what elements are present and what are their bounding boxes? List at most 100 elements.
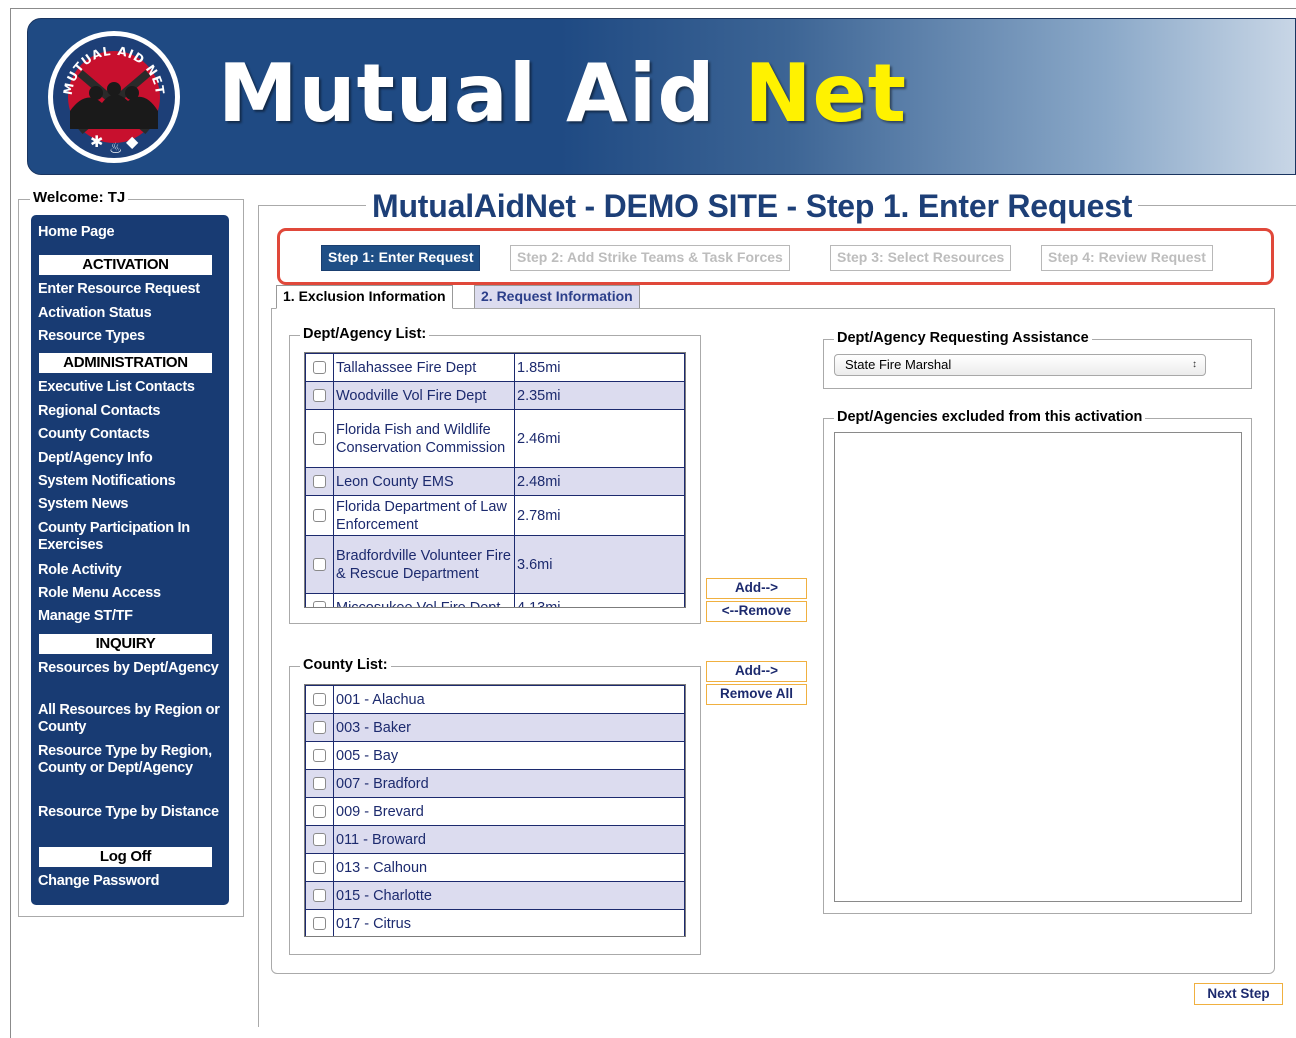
dept-name: Leon County EMS [333, 467, 515, 496]
row-checkbox[interactable] [313, 432, 326, 446]
row-checkbox[interactable] [313, 749, 326, 763]
nav-resource-type-by-region[interactable]: Resource Type by Region, County or Dept/… [38, 743, 224, 777]
nav-log-off[interactable]: Log Off [39, 847, 212, 867]
county-name: 007 - Bradford [333, 769, 685, 798]
list-item[interactable]: 009 - Brevard [305, 797, 685, 826]
county-name: 017 - Citrus [333, 909, 685, 936]
list-item[interactable]: Miccosukee Vol Fire Dept 4.13mi [305, 593, 685, 607]
nav-system-news[interactable]: System News [38, 496, 224, 513]
excluded-agencies-legend: Dept/Agencies excluded from this activat… [834, 409, 1146, 425]
list-item[interactable]: Woodville Vol Fire Dept 2.35mi [305, 381, 685, 410]
nav-home-page[interactable]: Home Page [38, 224, 224, 241]
remove-all-button[interactable]: Remove All [706, 684, 807, 705]
list-item[interactable]: Florida Fish and Wildlife Conservation C… [305, 409, 685, 468]
row-checkbox[interactable] [313, 558, 326, 572]
row-checkbox[interactable] [313, 777, 326, 791]
list-item[interactable]: Leon County EMS 2.48mi [305, 467, 685, 496]
nav-enter-resource-request[interactable]: Enter Resource Request [38, 281, 224, 298]
dept-distance: 2.35mi [514, 381, 685, 410]
dept-name: Bradfordville Volunteer Fire & Rescue De… [333, 535, 515, 594]
list-item[interactable]: 017 - Citrus [305, 909, 685, 936]
nav-resource-type-by-distance[interactable]: Resource Type by Distance [38, 804, 224, 821]
add-county-button[interactable]: Add--> [706, 661, 807, 682]
welcome-label: Welcome: TJ [30, 189, 129, 206]
list-item[interactable]: Bradfordville Volunteer Fire & Rescue De… [305, 535, 685, 594]
list-item[interactable]: 015 - Charlotte [305, 881, 685, 910]
dept-distance: 2.78mi [514, 495, 685, 536]
mutual-aid-net-logo: MUTUAL AID NET ✱ ♨ ◆ [48, 31, 180, 163]
add-dept-button[interactable]: Add--> [706, 578, 807, 599]
nav-activation-status[interactable]: Activation Status [38, 305, 224, 322]
row-checkbox[interactable] [313, 389, 326, 403]
row-checkbox[interactable] [313, 889, 326, 903]
row-checkbox[interactable] [313, 861, 326, 875]
nav-role-menu-access[interactable]: Role Menu Access [38, 585, 224, 602]
county-name: 009 - Brevard [333, 797, 685, 826]
nav-resources-by-dept[interactable]: Resources by Dept/Agency [38, 660, 224, 677]
dept-distance: 3.6mi [514, 535, 685, 594]
list-item[interactable]: 001 - Alachua [305, 685, 685, 714]
step-2-add-strike-teams[interactable]: Step 2: Add Strike Teams & Task Forces [510, 245, 790, 271]
page-title: MutualAidNet - DEMO SITE - Step 1. Enter… [366, 188, 1139, 225]
nav-regional-contacts[interactable]: Regional Contacts [38, 403, 224, 420]
list-item[interactable]: 011 - Broward [305, 825, 685, 854]
dept-distance: 1.85mi [514, 353, 685, 382]
county-table: 001 - Alachua 003 - Baker 005 - Bay 007 … [305, 685, 685, 936]
requesting-agency-value: State Fire Marshal [845, 357, 952, 372]
next-step-button[interactable]: Next Step [1194, 983, 1283, 1005]
dept-name: Florida Department of Law Enforcement [333, 495, 515, 536]
step-1-enter-request[interactable]: Step 1: Enter Request [321, 245, 481, 271]
nav-executive-list-contacts[interactable]: Executive List Contacts [38, 379, 224, 396]
row-checkbox[interactable] [313, 475, 326, 489]
list-item[interactable]: 005 - Bay [305, 741, 685, 770]
app-title: Mutual Aid Net [218, 47, 907, 140]
nav-role-activity[interactable]: Role Activity [38, 562, 224, 579]
list-item[interactable]: Florida Department of Law Enforcement 2.7… [305, 495, 685, 536]
nav-system-notifications[interactable]: System Notifications [38, 473, 224, 490]
dept-agency-table: Tallahassee Fire Dept 1.85mi Woodville Vo… [305, 353, 685, 607]
nav-manage-st-tf[interactable]: Manage ST/TF [38, 608, 224, 625]
requesting-agency-legend: Dept/Agency Requesting Assistance [834, 330, 1092, 346]
nav-all-resources-by-region[interactable]: All Resources by Region or County [38, 702, 224, 736]
remove-dept-button[interactable]: <--Remove [706, 601, 807, 622]
row-checkbox[interactable] [313, 361, 326, 375]
county-name: 001 - Alachua [333, 685, 685, 714]
county-name: 005 - Bay [333, 741, 685, 770]
excluded-agencies-list[interactable] [834, 432, 1242, 902]
nav-dept-agency-info[interactable]: Dept/Agency Info [38, 450, 224, 467]
svg-text:♨: ♨ [109, 139, 122, 157]
dept-distance: 4.13mi [514, 593, 685, 607]
county-name: 003 - Baker [333, 713, 685, 742]
step-4-review-request[interactable]: Step 4: Review Request [1041, 245, 1213, 271]
svg-text:◆: ◆ [126, 132, 139, 151]
step-3-select-resources[interactable]: Step 3: Select Resources [830, 245, 1012, 271]
nav-county-contacts[interactable]: County Contacts [38, 426, 224, 443]
county-name: 011 - Broward [333, 825, 685, 854]
row-checkbox[interactable] [313, 693, 326, 707]
select-arrows-icon: ↕ [1192, 359, 1197, 370]
row-checkbox[interactable] [313, 917, 326, 931]
row-checkbox[interactable] [313, 721, 326, 735]
svg-text:✱: ✱ [90, 132, 103, 151]
section-header-administration: ADMINISTRATION [39, 353, 212, 373]
nav-county-participation[interactable]: County Participation In Exercises [38, 520, 224, 554]
dept-agency-list[interactable]: Tallahassee Fire Dept 1.85mi Woodville Vo… [304, 352, 686, 608]
list-item[interactable]: Tallahassee Fire Dept 1.85mi [305, 353, 685, 382]
list-item[interactable]: 007 - Bradford [305, 769, 685, 798]
row-checkbox[interactable] [313, 833, 326, 847]
tab-exclusion-information[interactable]: 1. Exclusion Information [276, 285, 453, 309]
sidebar-nav: Home Page ACTIVATION Enter Resource Requ… [31, 215, 229, 905]
dept-name: Miccosukee Vol Fire Dept [333, 593, 515, 607]
list-item[interactable]: 003 - Baker [305, 713, 685, 742]
nav-change-password[interactable]: Change Password [38, 873, 224, 890]
row-checkbox[interactable] [313, 601, 326, 607]
app-title-main: Mutual Aid [218, 47, 716, 140]
county-list[interactable]: 001 - Alachua 003 - Baker 005 - Bay 007 … [304, 684, 686, 937]
nav-resource-types[interactable]: Resource Types [38, 328, 224, 345]
tab-request-information[interactable]: 2. Request Information [474, 285, 640, 309]
row-checkbox[interactable] [313, 509, 326, 523]
county-list-legend: County List: [300, 657, 391, 673]
requesting-agency-select[interactable]: State Fire Marshal ↕ [834, 354, 1206, 376]
list-item[interactable]: 013 - Calhoun [305, 853, 685, 882]
row-checkbox[interactable] [313, 805, 326, 819]
